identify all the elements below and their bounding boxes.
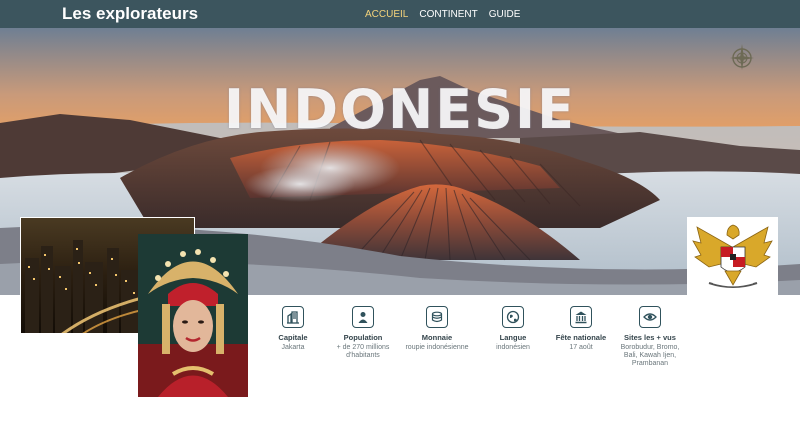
- fact-monnaie: Monnaie roupie indonésienne: [402, 306, 472, 352]
- coins-icon: [426, 306, 448, 328]
- compass-icon: [730, 44, 754, 70]
- page: Les explorateurs ACCUEIL CONTINENT GUIDE: [0, 0, 800, 422]
- city-icon: [282, 306, 304, 328]
- dancer-portrait-photo: [138, 234, 248, 397]
- eye-icon: [639, 306, 661, 328]
- fact-label: Langue: [499, 333, 527, 342]
- garuda-emblem-image: [687, 217, 778, 297]
- globe-icon: [502, 306, 524, 328]
- fact-capitale: Capitale Jakarta: [258, 306, 328, 352]
- fact-value: roupie indonésienne: [405, 344, 469, 351]
- monument-icon: [570, 306, 592, 328]
- fact-label: Monnaie: [421, 333, 453, 342]
- fact-label: Capitale: [278, 333, 308, 342]
- nav-link-guide[interactable]: GUIDE: [489, 9, 521, 21]
- person-icon: [352, 306, 374, 328]
- country-facts: Capitale Jakarta Population + de 270 mil…: [266, 306, 686, 386]
- site-logo-text[interactable]: Les explorateurs: [62, 3, 198, 25]
- fact-label: Population: [343, 333, 383, 342]
- hero-title: INDONESIE: [224, 78, 576, 141]
- fact-langue: Langue indonésien: [478, 306, 548, 352]
- fact-population: Population + de 270 millions d'habitants: [328, 306, 398, 360]
- fact-value: Borobudur, Bromo, Bali, Kawah Ijen, Pram…: [620, 344, 680, 367]
- fact-value: indonésien: [496, 344, 530, 351]
- fact-value: 17 août: [569, 344, 593, 351]
- main-nav: ACCUEIL CONTINENT GUIDE: [365, 9, 520, 21]
- fact-sites: Sites les + vus Borobudur, Bromo, Bali, …: [615, 306, 685, 368]
- fact-value: Jakarta: [281, 344, 305, 351]
- fact-value: + de 270 millions d'habitants: [336, 344, 390, 359]
- nav-link-continent[interactable]: CONTINENT: [419, 9, 477, 21]
- top-navbar: Les explorateurs ACCUEIL CONTINENT GUIDE: [0, 0, 800, 28]
- nav-link-accueil[interactable]: ACCUEIL: [365, 9, 408, 21]
- fact-label: Sites les + vus: [624, 333, 676, 342]
- fact-fete-nationale: Fête nationale 17 août: [546, 306, 616, 352]
- fact-label: Fête nationale: [555, 333, 607, 342]
